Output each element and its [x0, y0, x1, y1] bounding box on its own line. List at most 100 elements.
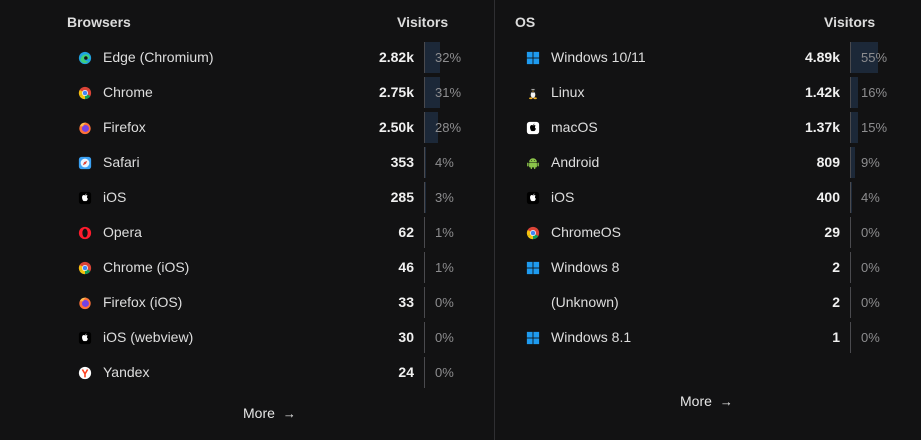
item-name: Yandex — [103, 364, 150, 380]
list-item[interactable]: Opera 62 1% — [0, 217, 494, 249]
list-item[interactable]: macOS 1.37k 15% — [495, 112, 921, 144]
bar-separator — [850, 322, 851, 353]
os-more-label: More — [680, 393, 712, 409]
list-item[interactable]: Edge (Chromium) 2.82k 32% — [0, 42, 494, 74]
share-percent: 16% — [861, 85, 888, 100]
list-item[interactable]: Windows 10/11 4.89k 55% — [495, 42, 921, 74]
visitor-count: 1.37k — [804, 119, 840, 135]
visitor-count: 29 — [824, 224, 840, 240]
list-item[interactable]: Yandex 24 0% — [0, 357, 494, 389]
chrome-icon — [78, 261, 92, 275]
bar-separator — [424, 322, 425, 353]
list-item[interactable]: Chrome 2.75k 31% — [0, 77, 494, 109]
visitor-count: 400 — [816, 189, 840, 205]
visitor-count: 285 — [390, 189, 414, 205]
bar-separator — [850, 42, 851, 73]
bar-separator — [424, 77, 425, 108]
visitor-count: 62 — [398, 224, 414, 240]
list-item[interactable]: (Unknown) 2 0% — [495, 287, 921, 319]
bar-separator — [424, 112, 425, 143]
share-percent: 55% — [861, 50, 888, 65]
windows-icon — [526, 261, 540, 275]
bar-separator — [424, 147, 425, 178]
yandex-icon — [78, 366, 92, 380]
visitor-count: 30 — [398, 329, 414, 345]
share-percent: 28% — [435, 120, 462, 135]
item-name: iOS — [551, 189, 575, 205]
macos-icon — [526, 121, 540, 135]
item-name: ChromeOS — [551, 224, 622, 240]
share-percent: 4% — [435, 155, 454, 170]
list-item[interactable]: Chrome (iOS) 46 1% — [0, 252, 494, 284]
list-item[interactable]: Windows 8.1 1 0% — [495, 322, 921, 354]
bar-separator — [850, 147, 851, 178]
os-visitors-header: Visitors — [824, 14, 876, 30]
firefox-icon — [78, 296, 92, 310]
visitor-count: 2.75k — [378, 84, 414, 100]
bar-separator — [424, 287, 425, 318]
browsers-visitors-header: Visitors — [397, 14, 449, 30]
list-item[interactable]: Safari 353 4% — [0, 147, 494, 179]
list-item[interactable]: iOS 285 3% — [0, 182, 494, 214]
share-percent: 31% — [435, 85, 462, 100]
list-item[interactable]: Android 809 9% — [495, 147, 921, 179]
item-name: Firefox — [103, 119, 146, 135]
share-percent: 0% — [861, 260, 880, 275]
bar-separator — [850, 77, 851, 108]
share-percent: 0% — [861, 225, 880, 240]
bar-separator — [424, 217, 425, 248]
linux-icon — [526, 86, 540, 100]
bar-separator — [850, 217, 851, 248]
arrow-right-icon: → — [282, 406, 296, 421]
apple-icon — [78, 191, 92, 205]
list-item[interactable]: Firefox 2.50k 28% — [0, 112, 494, 144]
share-percent: 15% — [861, 120, 888, 135]
android-icon — [526, 156, 540, 170]
bar-separator — [850, 252, 851, 283]
visitor-count: 24 — [398, 364, 414, 380]
list-item[interactable]: iOS 400 4% — [495, 182, 921, 214]
share-bar — [850, 77, 858, 108]
visitor-count: 353 — [390, 154, 414, 170]
bar-separator — [850, 182, 851, 213]
share-percent: 0% — [861, 330, 880, 345]
item-name: Chrome — [103, 84, 153, 100]
bar-separator — [424, 42, 425, 73]
share-percent: 0% — [435, 330, 454, 345]
share-percent: 1% — [435, 260, 454, 275]
share-percent: 32% — [435, 50, 462, 65]
share-percent: 9% — [861, 155, 880, 170]
visitor-count: 2 — [832, 259, 840, 275]
chrome-icon — [526, 226, 540, 240]
item-name: Edge (Chromium) — [103, 49, 214, 65]
item-name: Safari — [103, 154, 140, 170]
visitor-count: 4.89k — [804, 49, 840, 65]
list-item[interactable]: ChromeOS 29 0% — [495, 217, 921, 249]
list-item[interactable]: Firefox (iOS) 33 0% — [0, 287, 494, 319]
item-name: (Unknown) — [551, 294, 619, 310]
visitor-count: 1.42k — [804, 84, 840, 100]
list-item[interactable]: iOS (webview) 30 0% — [0, 322, 494, 354]
share-percent: 1% — [435, 225, 454, 240]
list-item[interactable]: Linux 1.42k 16% — [495, 77, 921, 109]
apple-icon — [78, 331, 92, 345]
item-name: iOS — [103, 189, 127, 205]
browsers-more-button[interactable]: More → — [243, 405, 296, 421]
item-name: Windows 8 — [551, 259, 620, 275]
os-more-button[interactable]: More → — [680, 393, 733, 409]
visitor-count: 33 — [398, 294, 414, 310]
browsers-panel: Browsers Visitors Edge (Chromium) 2.82k 32… — [0, 0, 494, 440]
item-name: iOS (webview) — [103, 329, 194, 345]
list-item[interactable]: Windows 8 2 0% — [495, 252, 921, 284]
visitor-count: 2.82k — [378, 49, 414, 65]
share-percent: 3% — [435, 190, 454, 205]
share-bar — [850, 112, 858, 143]
visitor-count: 2 — [832, 294, 840, 310]
item-name: Windows 8.1 — [551, 329, 632, 345]
visitor-count: 1 — [832, 329, 840, 345]
opera-icon — [78, 226, 92, 240]
browsers-more-label: More — [243, 405, 275, 421]
share-percent: 0% — [435, 365, 454, 380]
item-name: Windows 10/11 — [551, 49, 646, 65]
item-name: Android — [551, 154, 600, 170]
